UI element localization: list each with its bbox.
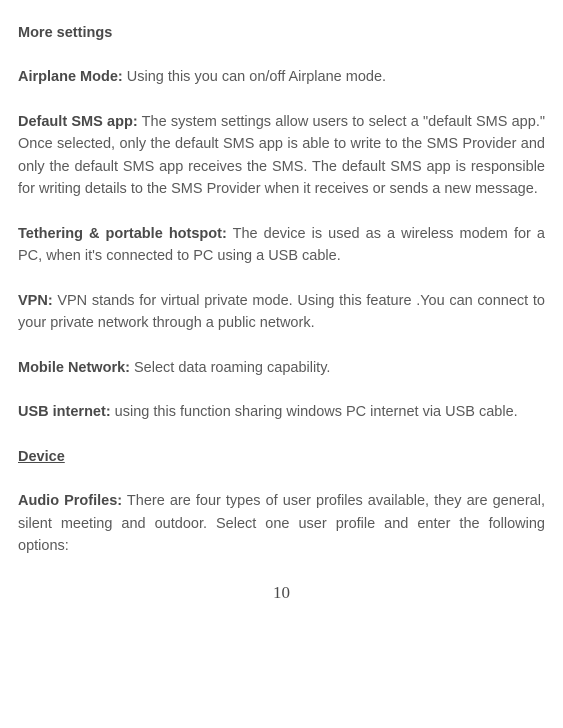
airplane-mode-paragraph: Airplane Mode: Using this you can on/off… [18,66,545,88]
audio-profiles-paragraph: Audio Profiles: There are four types of … [18,490,545,557]
mobile-network-text: Select data roaming capability. [130,360,330,376]
vpn-text: VPN stands for virtual private mode. Usi… [18,293,545,331]
airplane-mode-label: Airplane Mode: [18,69,123,85]
tethering-paragraph: Tethering & portable hotspot: The device… [18,223,545,268]
more-settings-heading: More settings [18,22,545,44]
tethering-label: Tethering & portable hotspot: [18,226,227,242]
audio-profiles-label: Audio Profiles: [18,493,122,509]
usb-internet-paragraph: USB internet: using this function sharin… [18,401,545,423]
page-number: 10 [18,580,545,606]
vpn-paragraph: VPN: VPN stands for virtual private mode… [18,290,545,335]
usb-internet-text: using this function sharing windows PC i… [111,404,518,420]
mobile-network-paragraph: Mobile Network: Select data roaming capa… [18,357,545,379]
device-heading: Device [18,446,545,468]
usb-internet-label: USB internet: [18,404,111,420]
default-sms-label: Default SMS app: [18,114,138,130]
vpn-label: VPN: [18,293,53,309]
mobile-network-label: Mobile Network: [18,360,130,376]
airplane-mode-text: Using this you can on/off Airplane mode. [123,69,386,85]
default-sms-paragraph: Default SMS app: The system settings all… [18,111,545,201]
